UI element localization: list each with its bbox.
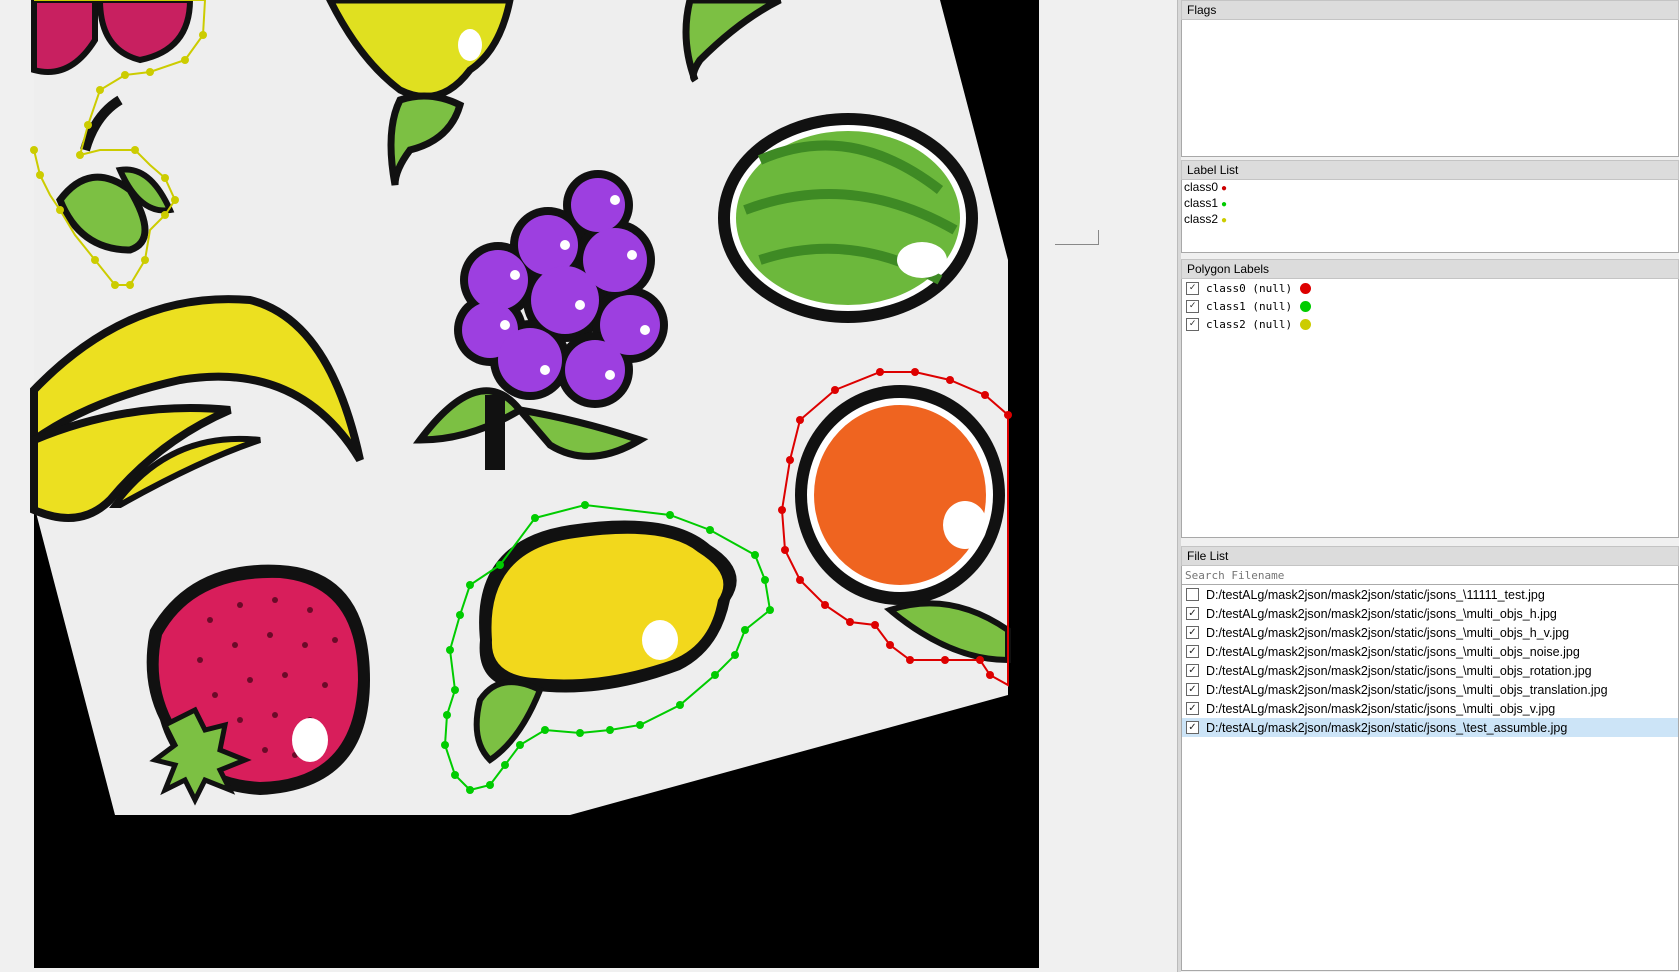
file-path: D:/testALg/mask2json/mask2json/static/js… — [1206, 606, 1557, 621]
label-name: class1 — [1184, 196, 1219, 210]
label-list-title: Label List — [1181, 160, 1679, 180]
search-filename-input[interactable] — [1182, 566, 1678, 585]
image-canvas[interactable] — [0, 0, 1170, 972]
file-path: D:/testALg/mask2json/mask2json/static/js… — [1206, 720, 1568, 735]
file-checkbox[interactable]: ✓ — [1186, 702, 1199, 715]
polygon-label-text: class1 (null) — [1206, 299, 1293, 313]
label-name: class2 — [1184, 212, 1219, 226]
polygon-labels-title: Polygon Labels — [1181, 259, 1679, 279]
file-checkbox[interactable]: ✓ — [1186, 721, 1199, 734]
polygon-label-text: class2 (null) — [1206, 317, 1293, 331]
file-list-item[interactable]: ✓ D:/testALg/mask2json/mask2json/static/… — [1182, 642, 1678, 661]
annotated-image[interactable] — [0, 0, 1170, 972]
file-list-title: File List — [1181, 546, 1679, 566]
label-color-dot: ● — [1221, 215, 1228, 226]
file-path: D:/testALg/mask2json/mask2json/static/js… — [1206, 701, 1556, 716]
file-checkbox[interactable]: ✓ — [1186, 683, 1199, 696]
polygon-label-item[interactable]: ✓ class1 (null) — [1182, 297, 1678, 315]
label-list[interactable]: class0 ● class1 ● class2 ● — [1181, 180, 1679, 253]
file-list-item[interactable]: ✓ D:/testALg/mask2json/mask2json/static/… — [1182, 623, 1678, 642]
file-list-item[interactable]: ✓ D:/testALg/mask2json/mask2json/static/… — [1182, 661, 1678, 680]
flags-panel: Flags — [1181, 0, 1679, 158]
file-checkbox[interactable]: ✓ — [1186, 645, 1199, 658]
polygon-visible-checkbox[interactable]: ✓ — [1186, 281, 1199, 295]
file-list-panel: File List D:/testALg/mask2json/mask2json… — [1181, 546, 1679, 972]
label-list-item[interactable]: class1 ● — [1182, 196, 1678, 212]
strawberry-fruit — [146, 564, 370, 806]
file-checkbox[interactable]: ✓ — [1186, 607, 1199, 620]
polygon-label-text: class0 (null) — [1206, 281, 1293, 295]
polygon-labels-panel: Polygon Labels ✓ class0 (null) ✓ class1 … — [1181, 259, 1679, 539]
label-list-item[interactable]: class2 ● — [1182, 212, 1678, 228]
file-path: D:/testALg/mask2json/mask2json/static/js… — [1206, 587, 1545, 602]
label-list-panel: Label List class0 ● class1 ● class2 ● — [1181, 160, 1679, 255]
polygon-color-dot — [1300, 318, 1312, 330]
watermelon-fruit — [718, 113, 978, 323]
polygon-visible-checkbox[interactable]: ✓ — [1186, 317, 1199, 331]
file-list-item[interactable]: ✓ D:/testALg/mask2json/mask2json/static/… — [1182, 604, 1678, 623]
file-path: D:/testALg/mask2json/mask2json/static/js… — [1206, 682, 1608, 697]
file-checkbox[interactable] — [1186, 588, 1199, 601]
file-list-item[interactable]: ✓ D:/testALg/mask2json/mask2json/static/… — [1182, 680, 1678, 699]
file-list-item[interactable]: ✓ D:/testALg/mask2json/mask2json/static/… — [1182, 699, 1678, 718]
label-list-item[interactable]: class0 ● — [1182, 180, 1678, 196]
file-path: D:/testALg/mask2json/mask2json/static/js… — [1206, 625, 1570, 640]
flags-panel-title: Flags — [1181, 0, 1679, 20]
polygon-color-dot — [1300, 300, 1312, 312]
file-checkbox[interactable]: ✓ — [1186, 626, 1199, 639]
label-color-dot: ● — [1221, 199, 1228, 210]
polygon-label-item[interactable]: ✓ class2 (null) — [1182, 315, 1678, 333]
file-list-item-selected[interactable]: ✓ D:/testALg/mask2json/mask2json/static/… — [1182, 718, 1678, 737]
polygon-label-item[interactable]: ✓ class0 (null) — [1182, 279, 1678, 297]
file-path: D:/testALg/mask2json/mask2json/static/js… — [1206, 663, 1592, 678]
polygon-color-dot — [1300, 282, 1312, 294]
file-list-item[interactable]: D:/testALg/mask2json/mask2json/static/js… — [1182, 585, 1678, 604]
polygon-visible-checkbox[interactable]: ✓ — [1186, 299, 1199, 313]
label-name: class0 — [1184, 180, 1219, 194]
label-color-dot: ● — [1221, 183, 1228, 194]
canvas-resize-handle[interactable] — [1055, 230, 1099, 245]
polygon-labels-list[interactable]: ✓ class0 (null) ✓ class1 (null) ✓ class2… — [1181, 279, 1679, 538]
file-list: D:/testALg/mask2json/mask2json/static/js… — [1181, 566, 1679, 971]
flags-list[interactable] — [1181, 20, 1679, 157]
file-checkbox[interactable]: ✓ — [1186, 664, 1199, 677]
file-path: D:/testALg/mask2json/mask2json/static/js… — [1206, 644, 1580, 659]
